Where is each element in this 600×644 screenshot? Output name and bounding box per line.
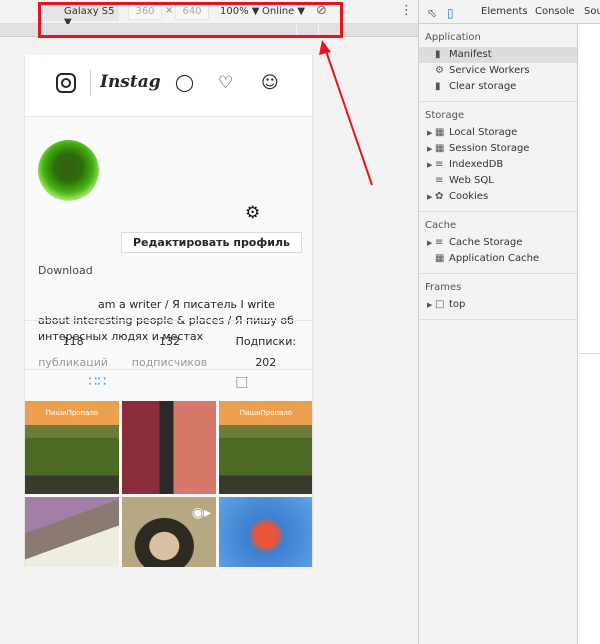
device-select[interactable]: Galaxy S5 ▼ bbox=[44, 3, 119, 28]
expand-arrow-icon[interactable]: ▶ bbox=[427, 297, 435, 313]
sidebar-item-service-workers[interactable]: ⚙ Service Workers bbox=[419, 63, 577, 79]
post-thumbnail[interactable]: ПишиПропало bbox=[219, 401, 312, 494]
profile-icon[interactable]: ☺ bbox=[261, 73, 279, 93]
sidebar-item-cookies[interactable]: ▶ ✿ Cookies bbox=[419, 189, 577, 205]
sidebar-section: Application ▮ Manifest ⚙ Service Workers ▮ Cle… bbox=[419, 24, 577, 102]
more-menu-icon[interactable]: ⋮ bbox=[400, 3, 413, 18]
sidebar-item-local-storage[interactable]: ▶ ▦ Local Storage bbox=[419, 125, 577, 141]
zoom-select[interactable]: 100% ▼ bbox=[220, 6, 259, 17]
post-thumbnail[interactable] bbox=[219, 497, 312, 567]
section-title: Application bbox=[425, 32, 481, 43]
instagram-camera-icon[interactable] bbox=[56, 73, 76, 93]
times-label: × bbox=[165, 5, 174, 16]
profile-header: Download ⚙ Редактировать профиль am a wr… bbox=[25, 117, 312, 343]
section-title: Cache bbox=[425, 220, 457, 231]
sidebar-section: Storage ▶ ▦ Local Storage ▶ ▦ Session Storage ▶… bbox=[419, 102, 577, 212]
item-label: Application Cache bbox=[449, 253, 540, 264]
item-label: top bbox=[449, 299, 466, 310]
item-icon: ▮ bbox=[435, 81, 441, 92]
profile-stats: 118 публикаций 132 подписчиков Подписки: 20… bbox=[25, 320, 312, 370]
instagram-wordmark[interactable]: Instagram bbox=[100, 72, 160, 92]
devtools-tabbar: ⬁ ▯ Elements Console Sou bbox=[419, 0, 600, 24]
device-toggle-icon[interactable]: ▯ bbox=[447, 6, 454, 20]
item-icon: ≡ bbox=[435, 237, 444, 248]
application-sidebar: Application ▮ Manifest ⚙ Service Workers ▮ Cle… bbox=[419, 24, 578, 644]
mobile-viewport: Instagram ◯ ♡ ☺ Download ⚙ Редактировать… bbox=[24, 55, 313, 567]
inspect-element-icon[interactable]: ⬁ bbox=[427, 6, 437, 20]
post-thumbnail[interactable] bbox=[122, 401, 216, 494]
expand-arrow-icon[interactable]: ▶ bbox=[427, 157, 435, 173]
item-label: IndexedDB bbox=[449, 159, 504, 170]
width-input[interactable]: 360 bbox=[128, 4, 162, 20]
item-label: Clear storage bbox=[449, 81, 517, 92]
video-camera-icon: ◉▸ bbox=[191, 505, 211, 521]
item-label: Cookies bbox=[449, 191, 489, 202]
sidebar-section: Cache ▶ ≡ Cache Storage ▦ Application Cache bbox=[419, 212, 577, 274]
item-icon: ≡ bbox=[435, 175, 444, 186]
section-title: Frames bbox=[425, 282, 462, 293]
section-title: Storage bbox=[425, 110, 465, 121]
sidebar-item-manifest[interactable]: ▮ Manifest bbox=[419, 47, 577, 63]
expand-arrow-icon[interactable]: ▶ bbox=[427, 125, 435, 141]
tab-elements[interactable]: Elements bbox=[481, 6, 528, 17]
height-input[interactable]: 640 bbox=[175, 4, 209, 20]
tab-console[interactable]: Console bbox=[535, 6, 575, 17]
grid-tab-icon[interactable]: ∷∷ bbox=[25, 370, 170, 400]
tab-sources[interactable]: Sou bbox=[584, 6, 600, 17]
sidebar-item-web-sql[interactable]: ≡ Web SQL bbox=[419, 173, 577, 189]
expand-arrow-icon[interactable]: ▶ bbox=[427, 189, 435, 205]
item-label: Local Storage bbox=[449, 127, 518, 138]
item-label: Session Storage bbox=[449, 143, 530, 154]
stat-followers[interactable]: 132 подписчиков bbox=[121, 321, 217, 369]
sidebar-item-session-storage[interactable]: ▶ ▦ Session Storage bbox=[419, 141, 577, 157]
expand-arrow-icon[interactable]: ▶ bbox=[427, 141, 435, 157]
manifest-pane bbox=[579, 24, 600, 354]
saved-bookmark-icon[interactable]: □ bbox=[170, 370, 313, 400]
rotate-icon[interactable]: ⊘ bbox=[316, 3, 327, 18]
avatar-label: Download bbox=[38, 264, 93, 277]
sidebar-section: Frames ▶ □ top bbox=[419, 274, 577, 320]
explore-compass-icon[interactable]: ◯ bbox=[175, 73, 194, 93]
item-icon: ▦ bbox=[435, 253, 445, 264]
item-label: Cache Storage bbox=[449, 237, 523, 248]
stat-following[interactable]: Подписки: 202 bbox=[218, 321, 312, 369]
sidebar-item-application-cache[interactable]: ▦ Application Cache bbox=[419, 251, 577, 267]
item-icon: ▦ bbox=[435, 127, 445, 138]
post-thumbnail[interactable]: ◉▸ bbox=[122, 497, 216, 567]
gear-icon[interactable]: ⚙ bbox=[245, 203, 260, 223]
item-label: Web SQL bbox=[449, 175, 494, 186]
item-icon: □ bbox=[435, 299, 445, 310]
media-query-bar[interactable] bbox=[0, 24, 418, 37]
post-thumbnail[interactable]: ПишиПропало bbox=[25, 401, 119, 494]
post-grid: ПишиПропало ПишиПропало ◉▸ bbox=[25, 401, 312, 567]
sidebar-item-indexeddb[interactable]: ▶ ≡ IndexedDB bbox=[419, 157, 577, 173]
item-label: Service Workers bbox=[449, 65, 530, 76]
item-icon: ≡ bbox=[435, 159, 444, 170]
sidebar-item-clear-storage[interactable]: ▮ Clear storage bbox=[419, 79, 577, 95]
item-label: Manifest bbox=[449, 49, 492, 60]
expand-arrow-icon[interactable]: ▶ bbox=[427, 235, 435, 251]
item-icon: ▮ bbox=[435, 49, 441, 60]
post-thumbnail[interactable] bbox=[25, 497, 119, 567]
device-toolbar: Galaxy S5 ▼ 360 × 640 100% ▼ Online ▼ ⊘ … bbox=[0, 0, 418, 28]
avatar[interactable] bbox=[38, 140, 99, 201]
network-select[interactable]: Online ▼ bbox=[262, 6, 305, 17]
item-icon: ▦ bbox=[435, 143, 445, 154]
stat-posts[interactable]: 118 публикаций bbox=[25, 321, 121, 369]
heart-icon[interactable]: ♡ bbox=[218, 73, 233, 93]
instagram-nav: Instagram ◯ ♡ ☺ bbox=[25, 55, 312, 117]
profile-tabs: ∷∷ □ bbox=[25, 370, 313, 400]
devtools-panel: ⬁ ▯ Elements Console Sou Application ▮ Man… bbox=[418, 0, 600, 644]
edit-profile-button[interactable]: Редактировать профиль bbox=[121, 232, 302, 253]
sidebar-item-top[interactable]: ▶ □ top bbox=[419, 297, 577, 313]
item-icon: ✿ bbox=[435, 191, 444, 202]
sidebar-item-cache-storage[interactable]: ▶ ≡ Cache Storage bbox=[419, 235, 577, 251]
item-icon: ⚙ bbox=[435, 65, 444, 76]
